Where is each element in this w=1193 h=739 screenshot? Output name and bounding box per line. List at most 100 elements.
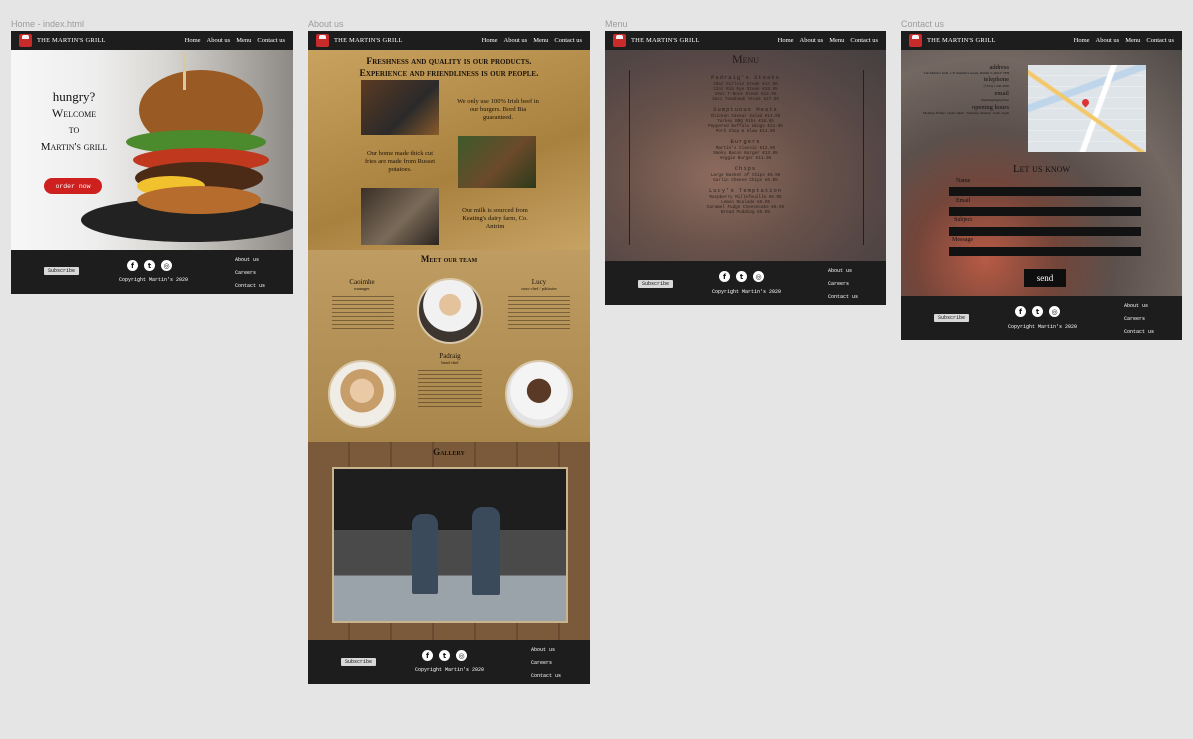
nav-about[interactable]: About us bbox=[207, 37, 231, 44]
opening-hours-text: Monday–Friday: 12pm–10pm · Saturday–Sund… bbox=[922, 111, 1009, 115]
nav-home[interactable]: Home bbox=[1074, 37, 1090, 44]
frame-label-menu: Menu bbox=[605, 19, 628, 29]
instagram-icon[interactable]: ◎ bbox=[753, 271, 764, 282]
nav-about[interactable]: About us bbox=[504, 37, 528, 44]
nav-contact[interactable]: Contact us bbox=[850, 37, 878, 44]
footer-link-about[interactable]: About us bbox=[1124, 303, 1154, 309]
footer-link-careers[interactable]: Careers bbox=[828, 281, 858, 287]
twitter-icon[interactable]: t bbox=[1032, 306, 1043, 317]
beef-text: We only use 100% Irish beef in our burge… bbox=[457, 98, 539, 121]
nav-about[interactable]: About us bbox=[800, 37, 824, 44]
email-input[interactable] bbox=[949, 207, 1141, 216]
nav-home[interactable]: Home bbox=[185, 37, 201, 44]
member-caoimhe-role: manager bbox=[354, 286, 370, 291]
lucy-photo bbox=[505, 360, 573, 428]
nav-home[interactable]: Home bbox=[778, 37, 794, 44]
grill-logo-icon bbox=[19, 34, 32, 47]
location-map[interactable] bbox=[1028, 65, 1146, 152]
menu-item: Pork Chop & Slaw €14.95 bbox=[715, 129, 776, 134]
footer-link-careers[interactable]: Careers bbox=[531, 660, 561, 666]
menu-item: Garlic Cheese Chips €6.95 bbox=[713, 178, 778, 183]
burger-photo bbox=[361, 80, 439, 135]
footer-link-contact[interactable]: Contact us bbox=[1124, 329, 1154, 335]
about-frame: THE MARTIN'S GRILL Home About us Menu Co… bbox=[308, 31, 590, 684]
form-name-label: Name bbox=[956, 178, 971, 184]
menu-section-heading: Padraig's Steaks bbox=[711, 74, 780, 81]
order-now-button[interactable]: order now bbox=[44, 178, 102, 194]
instagram-icon[interactable]: ◎ bbox=[456, 650, 467, 661]
navbar: THE MARTIN'S GRILL Home About us Menu Co… bbox=[11, 31, 293, 50]
footer: Subscribe f t ◎ Copyright Martin's 2020 … bbox=[605, 261, 886, 305]
hero-line-1: Freshness and quality is our products. bbox=[366, 57, 532, 67]
form-email-label: Email bbox=[956, 198, 971, 204]
member-lucy-name: Lucy bbox=[531, 278, 547, 286]
form-message-label: Message bbox=[952, 237, 973, 243]
hero-line-2: Experience and friendliness is our peopl… bbox=[359, 69, 539, 79]
logo[interactable]: THE MARTIN'S GRILL bbox=[316, 34, 403, 47]
logo[interactable]: THE MARTIN'S GRILL bbox=[909, 34, 996, 47]
map-pin-icon bbox=[1080, 97, 1091, 108]
logo[interactable]: THE MARTIN'S GRILL bbox=[613, 34, 700, 47]
twitter-icon[interactable]: t bbox=[439, 650, 450, 661]
copyright: Copyright Martin's 2020 bbox=[415, 667, 485, 673]
facebook-icon[interactable]: f bbox=[422, 650, 433, 661]
navbar: THE MARTIN'S GRILL Home About us Menu Co… bbox=[605, 31, 886, 50]
lucy-bio bbox=[508, 296, 570, 332]
message-input[interactable] bbox=[949, 247, 1141, 256]
menu-title: Menu bbox=[731, 52, 760, 66]
footer: Subscribe f t ◎ Copyright Martin's 2020 … bbox=[901, 296, 1182, 340]
food-table-photo bbox=[361, 188, 439, 245]
address-text: The Martin's Grill, 1 St Stephen's Green… bbox=[923, 71, 1009, 75]
nav-contact[interactable]: Contact us bbox=[554, 37, 582, 44]
nav-contact[interactable]: Contact us bbox=[1146, 37, 1174, 44]
facebook-icon[interactable]: f bbox=[1015, 306, 1026, 317]
instagram-icon[interactable]: ◎ bbox=[161, 260, 172, 271]
nav-menu[interactable]: Menu bbox=[236, 37, 251, 44]
footer-link-careers[interactable]: Careers bbox=[1124, 316, 1154, 322]
subscribe-button[interactable]: Subscribe bbox=[934, 314, 970, 322]
footer-link-careers[interactable]: Careers bbox=[235, 270, 265, 276]
nav-about[interactable]: About us bbox=[1096, 37, 1120, 44]
menu-list: Padraig's Steaks 10oz Sirloin Steak €17.9… bbox=[635, 70, 856, 215]
copyright: Copyright Martin's 2020 bbox=[119, 277, 189, 283]
send-button[interactable]: send bbox=[1024, 269, 1066, 287]
menu-item: Veggie Burger €11.95 bbox=[719, 156, 772, 161]
subscribe-button[interactable]: Subscribe bbox=[341, 658, 377, 666]
welcome-text: Welcome bbox=[51, 106, 97, 120]
footer-link-contact[interactable]: Contact us bbox=[531, 673, 561, 679]
caoimhe-photo bbox=[328, 360, 396, 428]
to-text: to bbox=[68, 124, 80, 136]
caoimhe-bio bbox=[332, 296, 394, 332]
footer: Subscribe f t ◎ Copyright Martin's 2020 … bbox=[11, 250, 293, 294]
frame-label-home: Home - index.html bbox=[11, 19, 85, 29]
twitter-icon[interactable]: t bbox=[736, 271, 747, 282]
subscribe-button[interactable]: Subscribe bbox=[638, 280, 674, 288]
name-input[interactable] bbox=[949, 187, 1141, 196]
facebook-icon[interactable]: f bbox=[719, 271, 730, 282]
padraig-bio bbox=[418, 370, 482, 408]
nav-menu[interactable]: Menu bbox=[1125, 37, 1140, 44]
logo[interactable]: THE MARTIN'S GRILL bbox=[19, 34, 106, 47]
contact-frame: THE MARTIN'S GRILL Home About us Menu Co… bbox=[901, 31, 1182, 340]
footer-link-about[interactable]: About us bbox=[235, 257, 265, 263]
footer-link-about[interactable]: About us bbox=[828, 268, 858, 274]
subscribe-button[interactable]: Subscribe bbox=[44, 267, 80, 275]
footer-link-about[interactable]: About us bbox=[531, 647, 561, 653]
frame-label-contact: Contact us bbox=[901, 19, 945, 29]
potato-photo bbox=[458, 136, 536, 188]
nav-contact[interactable]: Contact us bbox=[257, 37, 285, 44]
instagram-icon[interactable]: ◎ bbox=[1049, 306, 1060, 317]
footer-link-contact[interactable]: Contact us bbox=[235, 283, 265, 289]
subject-input[interactable] bbox=[949, 227, 1141, 236]
nav-menu[interactable]: Menu bbox=[533, 37, 548, 44]
facebook-icon[interactable]: f bbox=[127, 260, 138, 271]
nav-home[interactable]: Home bbox=[482, 37, 498, 44]
twitter-icon[interactable]: t bbox=[144, 260, 155, 271]
navbar: THE MARTIN'S GRILL Home About us Menu Co… bbox=[901, 31, 1182, 50]
form-subject-label: Subject bbox=[954, 217, 972, 223]
gallery-kitchen-photo[interactable] bbox=[332, 467, 568, 623]
nav-menu[interactable]: Menu bbox=[829, 37, 844, 44]
member-padraig-name: Padraig bbox=[439, 352, 461, 360]
footer-link-contact[interactable]: Contact us bbox=[828, 294, 858, 300]
gallery-title: Gallery bbox=[433, 447, 465, 457]
